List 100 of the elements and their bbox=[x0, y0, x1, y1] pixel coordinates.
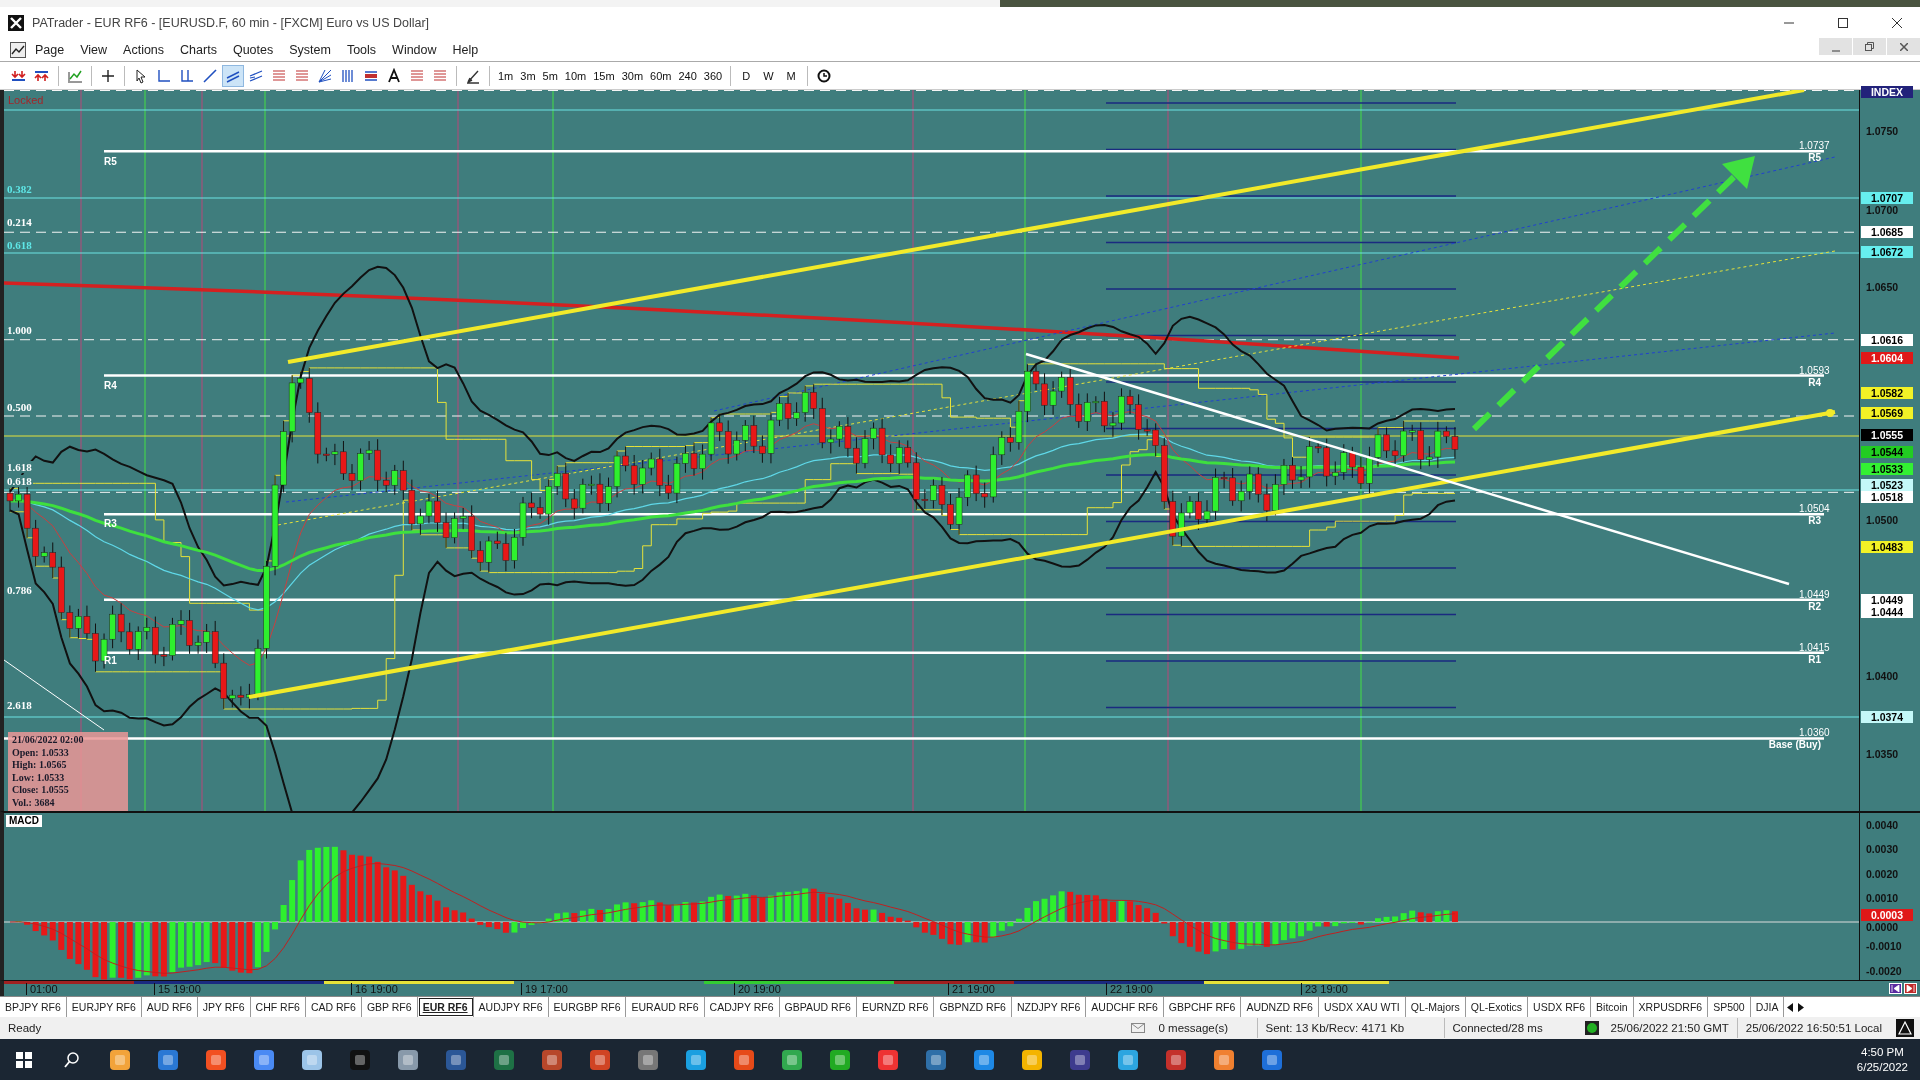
close-button[interactable] bbox=[1887, 38, 1920, 55]
price-tag: 1.0483 bbox=[1861, 540, 1913, 553]
price-tag: 1.0518 bbox=[1861, 491, 1913, 504]
macd-tick: 0.0040 bbox=[1866, 819, 1899, 831]
time-label: 16 19:00 bbox=[351, 983, 398, 995]
scroll-end-button[interactable] bbox=[1904, 983, 1917, 994]
menu-item[interactable]: Quotes bbox=[225, 40, 281, 59]
tab-scroll-right-button[interactable] bbox=[1797, 1002, 1805, 1012]
message-count: 0 message(s) bbox=[1157, 1021, 1230, 1036]
period-button[interactable]: W bbox=[757, 64, 780, 87]
maximize-icon bbox=[1838, 17, 1848, 28]
price-tag: 1.0533 bbox=[1861, 462, 1913, 475]
restore-icon bbox=[1865, 42, 1874, 51]
price-tick: 1.0700 bbox=[1866, 204, 1899, 217]
timeframe-button[interactable]: 360 bbox=[700, 64, 726, 87]
text-icon bbox=[386, 67, 402, 84]
warning-icon bbox=[1896, 1019, 1914, 1037]
app-icon bbox=[1069, 1048, 1091, 1071]
timeframe-button[interactable]: 60m bbox=[647, 64, 675, 87]
pivot-label: R2 bbox=[1808, 600, 1821, 612]
pivot-label: Base (Buy) bbox=[1768, 739, 1821, 751]
window-title: PATrader - EUR RF6 - [EURUSD.F, 60 min - [FXCM] Euro vs US Dollar] bbox=[32, 15, 431, 30]
close-icon bbox=[1892, 17, 1902, 28]
price-tick: 1.0400 bbox=[1866, 670, 1899, 683]
menu-item[interactable]: View bbox=[73, 40, 115, 59]
app-icon bbox=[205, 1048, 227, 1071]
menu-item[interactable]: Tools bbox=[339, 40, 384, 59]
envelope-icon bbox=[1130, 1023, 1145, 1033]
app-icon bbox=[925, 1048, 947, 1071]
levels-icon bbox=[271, 67, 287, 84]
timeframe-button[interactable]: 15m bbox=[590, 64, 618, 87]
info-date: 21/06/2022 02:00 bbox=[12, 734, 85, 747]
price-tick: 1.0350 bbox=[1866, 748, 1899, 760]
timeframe-button[interactable]: 10m bbox=[561, 64, 590, 87]
menu-item[interactable]: Help bbox=[445, 40, 486, 59]
symbol-tab[interactable]: EUR RF6 bbox=[417, 997, 474, 1017]
timeframe-button[interactable]: 30m bbox=[618, 64, 647, 87]
pivot-label: R4 bbox=[1808, 376, 1821, 388]
pivot-label: R4 bbox=[104, 380, 117, 391]
vertical-bars-icon bbox=[340, 67, 356, 84]
timeframe-button[interactable]: 240 bbox=[675, 64, 700, 87]
price-tag: 1.0555 bbox=[1861, 428, 1913, 441]
price-tag: 1.0544 bbox=[1861, 445, 1913, 458]
levels-icon bbox=[409, 67, 425, 84]
fibonacci-label: 0.786 bbox=[6, 584, 33, 596]
trend-line-icon bbox=[202, 67, 218, 84]
app-icon bbox=[397, 1048, 419, 1071]
macd-tick: -0.0010 bbox=[1866, 940, 1902, 953]
restore-button[interactable] bbox=[1853, 38, 1886, 55]
time-label: 23 19:00 bbox=[1301, 983, 1348, 995]
app-icon bbox=[541, 1048, 563, 1071]
taskbar-time: 4:50 PM bbox=[1861, 1044, 1904, 1060]
tab-scroll-left-button[interactable] bbox=[1787, 1002, 1795, 1012]
timeframe-button[interactable]: 3m bbox=[517, 64, 539, 87]
app-icon bbox=[733, 1048, 755, 1071]
macd-label: MACD bbox=[6, 815, 42, 827]
timeframe-button[interactable]: 5m bbox=[539, 64, 561, 87]
minimize-icon bbox=[1831, 49, 1840, 52]
scroll-start-button[interactable] bbox=[1889, 983, 1902, 994]
pivot-price: 1.0360 bbox=[1799, 727, 1830, 739]
timeframe-button[interactable]: 1m bbox=[495, 64, 517, 87]
fan-icon bbox=[317, 67, 333, 84]
clock-icon bbox=[816, 68, 831, 83]
menu-item[interactable]: Charts bbox=[173, 40, 224, 59]
pivot-price: 1.0415 bbox=[1799, 641, 1830, 653]
price-tag: 1.0444 bbox=[1861, 606, 1913, 619]
menu-item[interactable]: System bbox=[282, 40, 338, 59]
price-tick: 1.0500 bbox=[1866, 514, 1899, 527]
menu-item[interactable]: Actions bbox=[116, 40, 172, 59]
time-label: 20 19:00 bbox=[734, 983, 781, 995]
period-button[interactable]: M bbox=[780, 64, 802, 87]
pivot-price: 1.0449 bbox=[1799, 588, 1830, 600]
price-tag: 1.0707 bbox=[1861, 191, 1913, 204]
time-label: 15 19:00 bbox=[154, 983, 201, 995]
fibonacci-label: 1.618 bbox=[6, 461, 33, 473]
time-label: 22 19:00 bbox=[1106, 983, 1153, 995]
menu-item[interactable]: Page bbox=[28, 40, 72, 59]
tool-button[interactable] bbox=[222, 64, 244, 87]
app-icon bbox=[1261, 1048, 1283, 1071]
app-icon bbox=[301, 1048, 323, 1071]
info-line: Low: 1.0533 bbox=[12, 771, 66, 784]
windows-logo-icon bbox=[16, 1051, 32, 1068]
fibonacci-label: 0.618 bbox=[6, 475, 33, 487]
period-button[interactable]: D bbox=[736, 64, 757, 87]
macd-tag: 0.0003 bbox=[1861, 908, 1913, 921]
app-icon bbox=[589, 1048, 611, 1071]
menu-item[interactable]: Window bbox=[385, 40, 444, 59]
pivot-label: R3 bbox=[1808, 515, 1821, 527]
fibonacci-label: 2.618 bbox=[6, 699, 33, 711]
macd-tick: 0.0020 bbox=[1866, 867, 1899, 880]
app-icon bbox=[157, 1048, 179, 1071]
app-icon bbox=[877, 1048, 899, 1071]
price-tick: 1.0650 bbox=[1866, 280, 1899, 293]
fibonacci-label: 0.382 bbox=[6, 183, 33, 195]
price-tag: 1.0569 bbox=[1861, 406, 1913, 419]
app-icon bbox=[829, 1048, 851, 1071]
close-icon bbox=[1899, 42, 1908, 51]
app-icon bbox=[349, 1048, 371, 1071]
fibonacci-label: 1.000 bbox=[6, 324, 33, 336]
app-icon bbox=[1165, 1048, 1187, 1071]
